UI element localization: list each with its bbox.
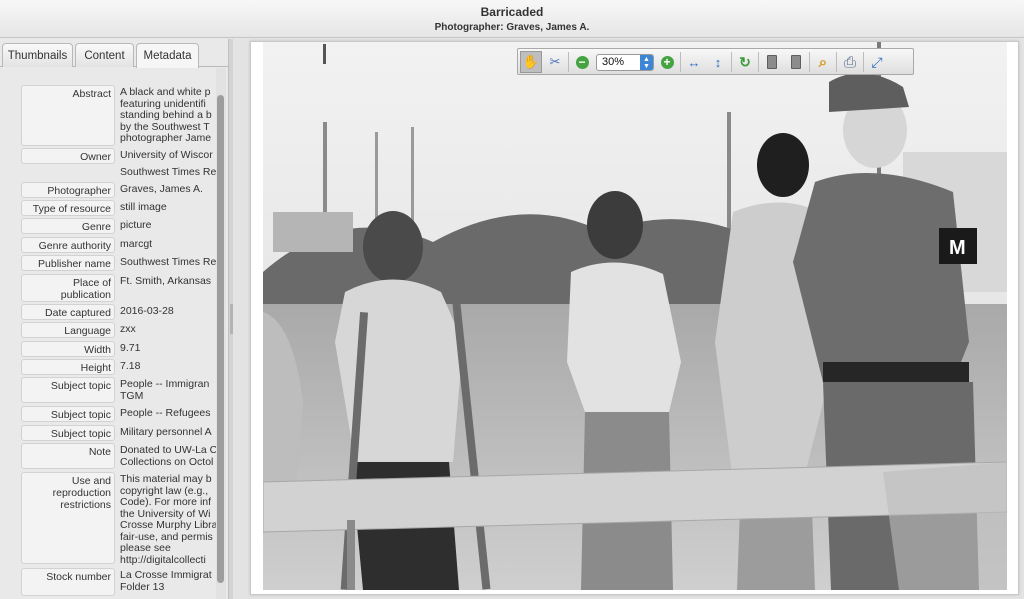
next-page-button[interactable] (785, 51, 807, 73)
metadata-value: Southwest Times Re (120, 256, 216, 268)
metadata-label: Note (21, 443, 115, 469)
photographer-label: Photographer: (434, 22, 504, 33)
metadata-value: 9.71 (120, 342, 141, 354)
metadata-value: Donated to UW-La C Collections on Octol (120, 444, 216, 468)
toolbar-separator (809, 52, 810, 72)
metadata-label: Height (21, 359, 115, 375)
viewer-header: Barricaded Photographer: Graves, James A… (0, 0, 1024, 38)
zoom-out-icon: − (575, 55, 589, 69)
metadata-value: Southwest Times Re (120, 166, 216, 178)
side-panel: Thumbnails Content Metadata Abstract A b… (0, 39, 228, 599)
photograph[interactable]: M (263, 42, 1007, 590)
previous-page-button[interactable] (761, 51, 783, 73)
toolbar-separator (836, 52, 837, 72)
metadata-label: Abstract (21, 85, 115, 146)
metadata-label: Subject topic (21, 425, 115, 441)
metadata-value: La Crosse Immigrat Folder 13 (120, 569, 212, 593)
zoom-in-button[interactable]: + (656, 51, 678, 73)
fit-height-button[interactable]: ↕ (707, 51, 729, 73)
metadata-label: Use and reproduction restrictions (21, 472, 115, 564)
toolbar-separator (568, 52, 569, 72)
pan-tool-button[interactable]: ✋ (520, 51, 542, 73)
select-text-tool-button[interactable]: ✂ (544, 51, 566, 73)
svg-text:M: M (949, 237, 966, 259)
metadata-value: picture (120, 219, 152, 231)
toolbar-separator (863, 52, 864, 72)
metadata-label: Date captured (21, 304, 115, 320)
toolbar-separator (758, 52, 759, 72)
metadata-value: People -- Immigran TGM (120, 378, 210, 402)
document-title: Barricaded (480, 5, 544, 19)
print-icon: ⎙ (843, 53, 856, 71)
previous-page-icon (767, 55, 777, 69)
select-text-icon: ✂ (549, 54, 561, 69)
metadata-value: Military personnel A (120, 426, 212, 438)
metadata-value: Ft. Smith, Arkansas (120, 275, 212, 287)
document-page: M ✋ ✂ − 30% ▲ ▼ + ↔ ↕ ↻ ⌕ ⎙ ⤢ (250, 41, 1019, 595)
metadata-value: People -- Refugees (120, 407, 211, 419)
image-viewer: M ✋ ✂ − 30% ▲ ▼ + ↔ ↕ ↻ ⌕ ⎙ ⤢ (233, 39, 1024, 599)
metadata-label: Stock number (21, 568, 115, 596)
metadata-value: 2016-03-28 (120, 305, 174, 317)
chevron-updown-icon: ▲ ▼ (640, 55, 653, 70)
tab-thumbnails[interactable]: Thumbnails (2, 43, 73, 67)
zoom-level-select[interactable]: 30% ▲ ▼ (596, 54, 654, 71)
metadata-label: Genre authority (21, 237, 115, 253)
metadata-value: University of Wiscor (120, 149, 213, 161)
zoom-in-icon: + (660, 55, 674, 69)
zoom-out-button[interactable]: − (571, 51, 593, 73)
toolbar-separator (680, 52, 681, 72)
next-page-icon (791, 55, 801, 69)
metadata-value: marcgt (120, 238, 153, 250)
metadata-label: Subject topic (21, 406, 115, 422)
search-button[interactable]: ⌕ (812, 51, 834, 73)
metadata-label: Owner (21, 148, 115, 164)
fit-width-button[interactable]: ↔ (683, 51, 705, 73)
rotate-icon: ↻ (739, 53, 751, 70)
pan-hand-icon: ✋ (522, 54, 540, 69)
tab-content[interactable]: Content (75, 43, 134, 67)
photographer-name: Graves, James A. (506, 22, 590, 33)
metadata-list: Abstract A black and white p featuring u… (0, 68, 216, 599)
metadata-label: Genre (21, 218, 115, 234)
fullscreen-button[interactable]: ⤢ (866, 51, 888, 73)
metadata-label: Subject topic (21, 377, 115, 403)
search-icon: ⌕ (818, 53, 828, 71)
fit-height-icon: ↕ (714, 54, 722, 70)
metadata-label: Publisher name (21, 255, 115, 271)
metadata-value: A black and white p featuring unidentifi… (120, 86, 212, 144)
metadata-value: 7.18 (120, 360, 141, 372)
toolbar-separator (731, 52, 732, 72)
fit-width-icon: ↔ (687, 54, 701, 70)
metadata-label: Place of publication (21, 274, 115, 302)
fullscreen-icon: ⤢ (871, 53, 883, 70)
metadata-label: Language (21, 322, 115, 338)
scrollbar-thumb[interactable] (217, 95, 224, 583)
metadata-value: This material may b copyright law (e.g.,… (120, 473, 216, 566)
zoom-level-value: 30% (602, 56, 625, 68)
metadata-label: Width (21, 341, 115, 357)
metadata-label: Type of resource (21, 200, 115, 216)
side-panel-tabs: Thumbnails Content Metadata (0, 43, 228, 68)
rotate-button[interactable]: ↻ (734, 51, 756, 73)
tab-metadata[interactable]: Metadata (136, 43, 199, 68)
photographer-line: Photographer: Graves, James A. (0, 22, 1024, 33)
viewer-toolbar: ✋ ✂ − 30% ▲ ▼ + ↔ ↕ ↻ ⌕ ⎙ ⤢ (517, 48, 914, 75)
print-button[interactable]: ⎙ (839, 51, 861, 73)
metadata-value: Graves, James A. (120, 183, 203, 195)
metadata-label: Photographer (21, 182, 115, 198)
metadata-value: still image (120, 201, 167, 213)
metadata-scrollbar[interactable] (216, 68, 226, 599)
metadata-value: zxx (120, 323, 136, 335)
